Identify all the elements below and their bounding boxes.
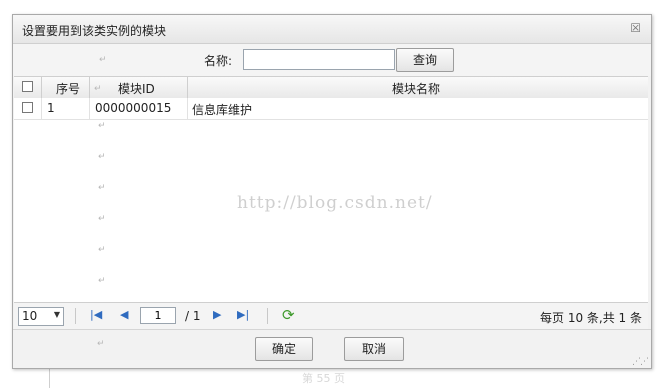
- row-checkbox[interactable]: [22, 102, 33, 113]
- current-page-input[interactable]: [140, 307, 176, 324]
- return-mark: ↵: [97, 339, 105, 349]
- first-page-icon[interactable]: |◀: [90, 308, 102, 321]
- return-mark: ↵: [98, 245, 106, 255]
- watermark: http://blog.csdn.net/: [237, 193, 433, 213]
- query-button[interactable]: 查询: [396, 48, 454, 72]
- table-row[interactable]: 1 0000000015 信息库维护: [14, 98, 648, 120]
- prev-page-icon[interactable]: ◀: [120, 308, 128, 321]
- page-size-value: 10: [22, 309, 38, 323]
- return-mark: ↵: [94, 84, 102, 94]
- pager-summary: 每页 10 条,共 1 条: [540, 311, 642, 325]
- dialog-title: 设置要用到该类实例的模块: [22, 24, 167, 38]
- header-select-all-cell: [14, 77, 42, 98]
- dialog-footer: ↵ 确定 取消 ⋰⋰: [13, 329, 651, 368]
- confirm-button[interactable]: 确定: [255, 337, 313, 361]
- return-mark: ↵: [98, 152, 106, 162]
- row-module-name-cell: 信息库维护: [188, 98, 648, 119]
- return-mark: ↵: [98, 121, 106, 131]
- chevron-down-icon: ▼: [53, 310, 60, 319]
- header-module-name-cell: 模块名称: [188, 77, 648, 98]
- pager-divider: [75, 308, 76, 324]
- row-module-name: 信息库维护: [192, 103, 253, 117]
- close-icon[interactable]: ☒: [630, 21, 641, 35]
- search-name-label: 名称:: [204, 54, 233, 68]
- select-all-checkbox[interactable]: [22, 81, 33, 92]
- row-select-cell: [14, 98, 42, 119]
- return-mark: ↵: [99, 55, 107, 65]
- background-page-number: 第 55 页: [302, 372, 345, 385]
- return-mark: ↵: [98, 276, 106, 286]
- return-mark: ↵: [98, 214, 106, 224]
- header-module-id-cell: ↵ 模块ID: [90, 77, 188, 98]
- next-page-icon[interactable]: ▶: [213, 308, 221, 321]
- pager-divider: [267, 308, 268, 324]
- total-pages: / 1: [185, 309, 201, 323]
- header-index-cell: 序号: [42, 77, 90, 98]
- page-size-select[interactable]: 10 ▼: [18, 307, 64, 326]
- row-module-id: 0000000015: [95, 101, 172, 115]
- pagination-bar: 10 ▼ |◀ ◀ / 1 ▶ ▶| ⟳ 每页 10 条,共 1 条: [14, 302, 648, 329]
- grid-header: 序号 ↵ 模块ID 模块名称: [14, 76, 648, 99]
- background-rule: [49, 367, 50, 388]
- refresh-icon[interactable]: ⟳: [282, 306, 295, 324]
- column-header-index: 序号: [56, 82, 81, 96]
- column-header-module-name: 模块名称: [392, 82, 441, 96]
- search-bar: ↵ 名称: 查询: [13, 44, 651, 76]
- module-select-dialog: 设置要用到该类实例的模块 ☒ ↵ 名称: 查询 序号 ↵ 模块ID 模块名称 1: [12, 14, 652, 369]
- row-module-id-cell: 0000000015: [90, 98, 188, 119]
- grid-body: 1 0000000015 信息库维护 ↵ ↵ ↵ ↵ ↵ ↵ http://bl…: [14, 98, 648, 302]
- row-index-cell: 1: [42, 98, 90, 119]
- last-page-icon[interactable]: ▶|: [237, 308, 249, 321]
- row-index: 1: [47, 101, 55, 115]
- column-header-module-id: 模块ID: [118, 82, 155, 96]
- resize-grip-icon[interactable]: ⋰⋰: [632, 357, 649, 367]
- dialog-titlebar[interactable]: 设置要用到该类实例的模块 ☒: [13, 15, 651, 44]
- search-name-input[interactable]: [243, 49, 395, 70]
- return-mark: ↵: [98, 183, 106, 193]
- cancel-button[interactable]: 取消: [344, 337, 404, 361]
